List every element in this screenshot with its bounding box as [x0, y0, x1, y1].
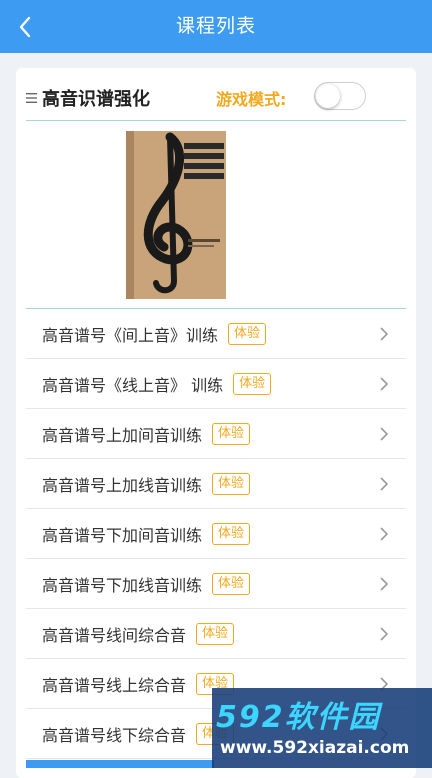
toggle-knob — [316, 84, 340, 108]
course-cover-area — [26, 121, 406, 309]
lesson-label: 高音谱号上加线音训练 — [42, 475, 203, 495]
trial-badge: 体验 — [212, 472, 251, 495]
course-title: 高音识谱强化 — [42, 89, 150, 110]
chevron-right-icon — [380, 477, 389, 491]
course-card: 高音识谱强化 游戏模式: 高音谱号《间上音》训练 体验 高音谱号《线上音》 训练 — [16, 68, 416, 778]
chevron-right-icon — [380, 427, 389, 441]
trial-badge: 体验 — [228, 322, 267, 345]
game-mode-label: 游戏模式: — [216, 90, 287, 109]
list-item[interactable]: 高音谱号线间综合音 体验 — [26, 609, 406, 659]
lesson-label: 高音谱号《间上音》训练 — [42, 325, 219, 345]
watermark-title: 592软件园 — [216, 700, 381, 735]
chevron-right-icon — [380, 377, 389, 391]
course-header: 高音识谱强化 游戏模式: — [26, 78, 406, 121]
game-mode-toggle[interactable] — [314, 82, 366, 110]
list-item[interactable]: 高音谱号上加间音训练 体验 — [26, 409, 406, 459]
chevron-right-icon — [380, 577, 389, 591]
lesson-label: 高音谱号下加间音训练 — [42, 525, 203, 545]
chevron-right-icon — [380, 327, 389, 341]
trial-badge: 体验 — [212, 572, 251, 595]
chevron-right-icon — [380, 627, 389, 641]
list-item[interactable]: 高音谱号上加线音训练 体验 — [26, 459, 406, 509]
watermark-logo: 592软件园 www.592xiazai.com — [212, 688, 432, 768]
lesson-label: 高音谱号线下综合音 — [42, 725, 187, 745]
page-title: 课程列表 — [175, 15, 256, 37]
chevron-right-icon — [380, 527, 389, 541]
list-item[interactable]: 高音谱号《间上音》训练 体验 — [26, 309, 406, 359]
list-item[interactable]: 高音谱号《线上音》 训练 体验 — [26, 359, 406, 409]
watermark-url: www.592xiazai.com — [220, 738, 410, 758]
trial-badge: 体验 — [212, 522, 251, 545]
lesson-label: 高音谱号上加间音训练 — [42, 425, 203, 445]
menu-icon[interactable] — [26, 90, 38, 106]
trial-badge: 体验 — [233, 372, 272, 395]
lesson-label: 高音谱号《线上音》 训练 — [42, 375, 224, 395]
top-bar: 课程列表 — [0, 0, 432, 53]
lesson-label: 高音谱号线间综合音 — [42, 625, 187, 645]
list-item[interactable]: 高音谱号下加线音训练 体验 — [26, 559, 406, 609]
lesson-label: 高音谱号线上综合音 — [42, 675, 187, 695]
book-cover-image — [126, 131, 226, 299]
trial-badge: 体验 — [196, 622, 235, 645]
list-item[interactable]: 高音谱号下加间音训练 体验 — [26, 509, 406, 559]
lesson-label: 高音谱号下加线音训练 — [42, 575, 203, 595]
bottom-action-bar[interactable] — [26, 760, 214, 768]
trial-badge: 体验 — [212, 422, 251, 445]
